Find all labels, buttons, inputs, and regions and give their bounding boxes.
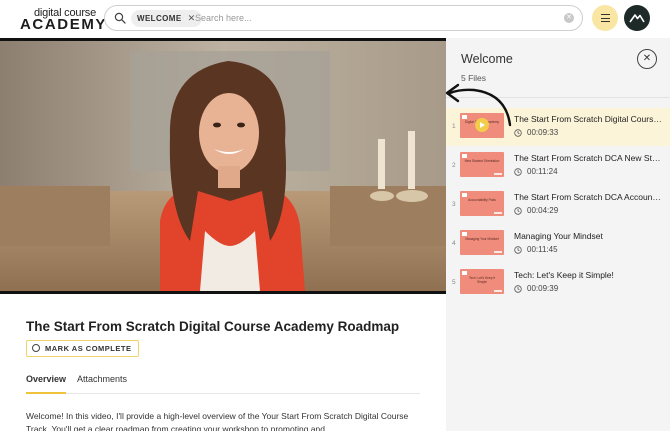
lesson-list-item[interactable]: 1 Digital Course Academy Roadmap The Sta… <box>446 108 670 146</box>
search-chip-label: WELCOME <box>137 14 182 23</box>
lesson-number: 1 <box>452 123 456 130</box>
file-count: 5 Files <box>461 73 487 83</box>
panel-divider <box>446 97 670 98</box>
lesson-title-text: Managing Your Mindset <box>514 231 603 241</box>
clock-icon <box>514 246 522 254</box>
search-icon <box>114 12 126 24</box>
lesson-number: 5 <box>452 279 456 286</box>
video-frame <box>0 41 446 291</box>
lesson-duration: 00:04:29 <box>527 206 559 215</box>
thumbnail-text: Tech: Let's Keep it Simple <box>469 276 495 284</box>
clock-icon <box>514 285 522 293</box>
lesson-thumbnail: Digital Course Academy Roadmap <box>460 113 504 138</box>
lesson-list-panel: Welcome 5 Files ✕ 1 Digital Course Acade… <box>446 38 670 431</box>
logo-big-text: ACADEMY <box>20 16 108 33</box>
clock-icon <box>514 207 522 215</box>
lesson-list-item[interactable]: 3 Accountability Pods The Start From Scr… <box>446 186 670 224</box>
panel-title: Welcome <box>461 52 513 66</box>
search-bar[interactable]: WELCOME ✕ ✕ <box>104 5 583 31</box>
close-icon[interactable]: ✕ <box>637 49 657 69</box>
lesson-title-text: The Start From Scratch DCA New Student O… <box>514 153 662 163</box>
lesson-list-item[interactable]: 5 Tech: Let's Keep it Simple Tech: Let's… <box>446 264 670 302</box>
lesson-title: The Start From Scratch Digital Course Ac… <box>26 319 400 334</box>
lesson-list-item[interactable]: 2 New Student Orientation The Start From… <box>446 147 670 185</box>
clear-search-icon[interactable]: ✕ <box>564 13 574 23</box>
lesson-thumbnail: New Student Orientation <box>460 152 504 177</box>
overview-text: Welcome! In this video, I'll provide a h… <box>26 411 409 431</box>
lesson-title-text: Tech: Let's Keep it Simple! <box>514 270 614 280</box>
lesson-duration: 00:09:39 <box>527 284 559 293</box>
thumbnail-text: Accountability Pods <box>468 198 496 202</box>
avatar[interactable] <box>624 5 650 31</box>
play-icon <box>475 118 489 132</box>
search-filter-chip[interactable]: WELCOME ✕ <box>131 10 202 27</box>
lesson-thumbnail: Accountability Pods <box>460 191 504 216</box>
lesson-number: 2 <box>452 162 456 169</box>
hamburger-menu-icon <box>601 14 610 16</box>
header: digital course ACADEMY WELCOME ✕ ✕ <box>0 0 670 38</box>
lesson-thumbnail: Managing Your Mindset <box>460 230 504 255</box>
mountain-logo-icon <box>629 14 645 23</box>
lesson-duration: 00:11:45 <box>527 245 558 254</box>
thumbnail-text: Managing Your Mindset <box>465 237 499 241</box>
lesson-thumbnail: Tech: Let's Keep it Simple <box>460 269 504 294</box>
lesson-duration: 00:09:33 <box>527 128 559 137</box>
lesson-duration: 00:11:24 <box>527 167 558 176</box>
academy-logo[interactable]: digital course ACADEMY <box>20 7 105 33</box>
search-input[interactable] <box>195 9 545 27</box>
mark-as-complete-button[interactable]: MARK AS COMPLETE <box>26 340 140 357</box>
tab-overview[interactable]: Overview <box>26 374 67 394</box>
menu-button[interactable] <box>592 5 618 31</box>
mark-as-complete-label: MARK AS COMPLETE <box>45 344 132 353</box>
thumbnail-text: New Student Orientation <box>464 159 500 163</box>
tab-attachments[interactable]: Attachments <box>77 374 127 394</box>
lesson-title-text: The Start From Scratch Digital Course Ac… <box>514 114 662 124</box>
lesson-tabs: Overview Attachments <box>26 374 420 394</box>
lesson-title-text: The Start From Scratch DCA Accountabilit… <box>514 192 662 202</box>
lesson-list-item[interactable]: 4 Managing Your Mindset Managing Your Mi… <box>446 225 670 263</box>
clock-icon <box>514 168 522 176</box>
lesson-number: 3 <box>452 201 456 208</box>
circle-icon <box>32 344 40 352</box>
lesson-number: 4 <box>452 240 456 247</box>
video-player[interactable] <box>0 38 446 294</box>
clock-icon <box>514 129 522 137</box>
